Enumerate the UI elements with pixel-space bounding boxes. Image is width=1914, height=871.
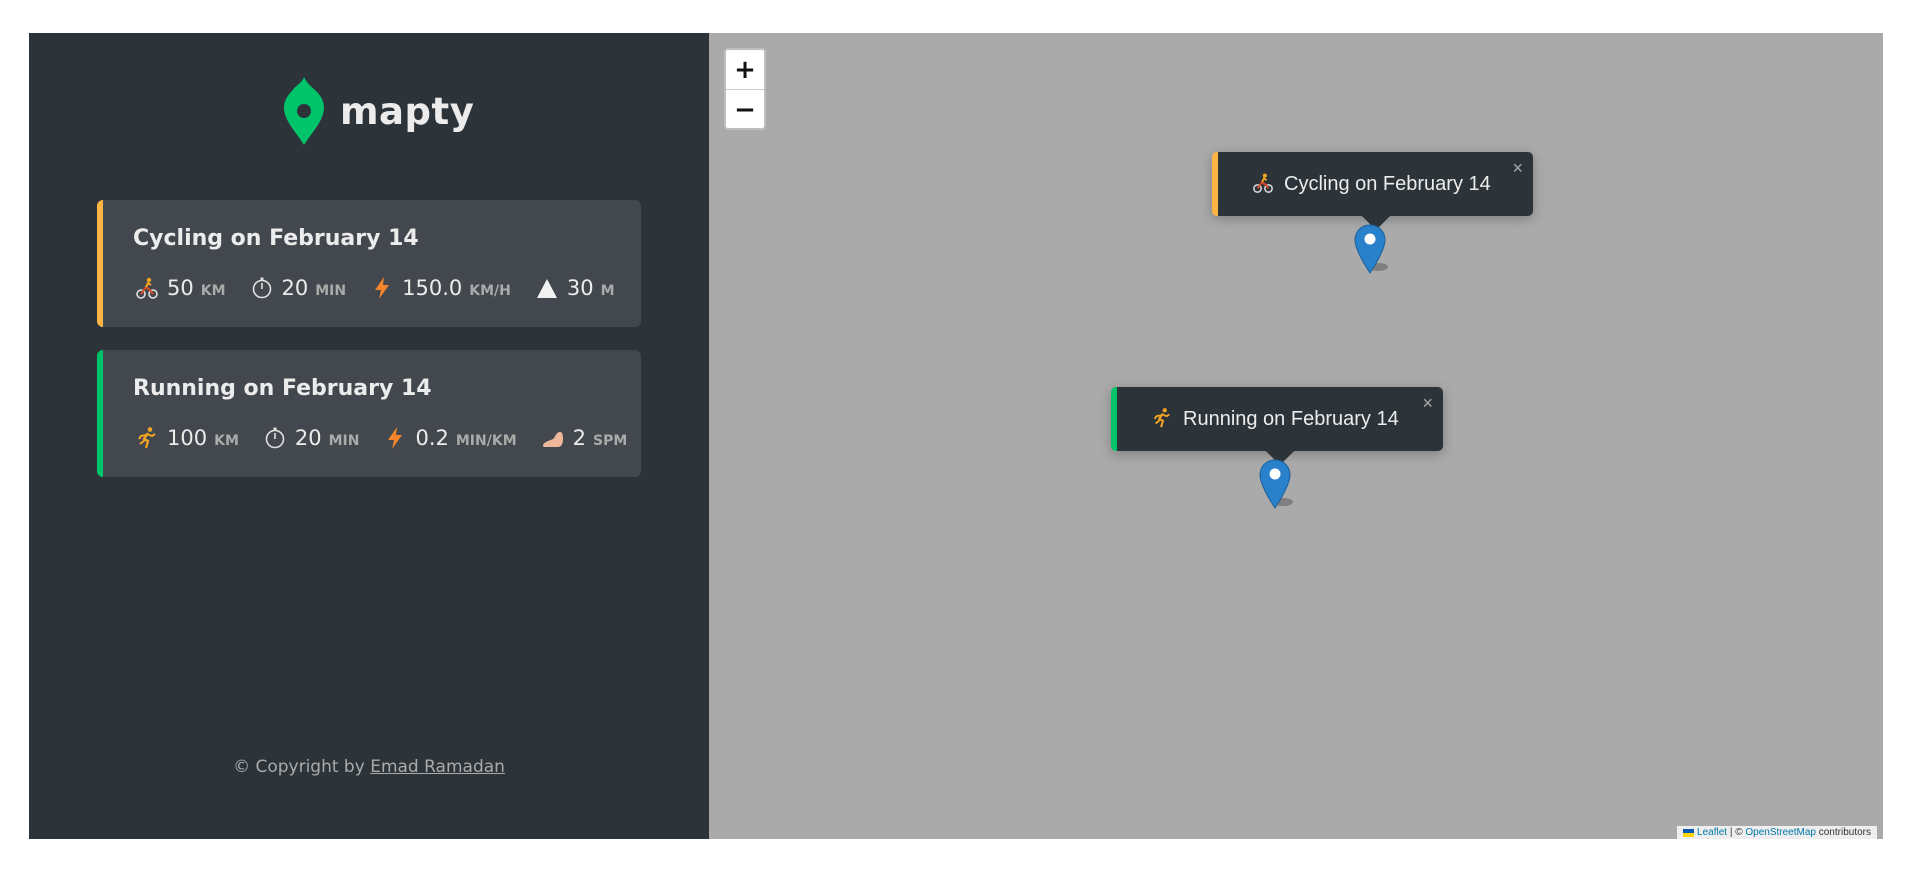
logo: mapty [282, 75, 474, 151]
map-attribution: Leaflet | © OpenStreetMap contributors [1677, 826, 1877, 839]
zoom-in-button[interactable]: + [726, 50, 764, 90]
runner-icon [1151, 407, 1175, 431]
stopwatch-icon [263, 426, 289, 450]
detail-value: 20 [281, 276, 309, 300]
cyclist-icon [135, 276, 161, 300]
detail-unit: spm [593, 433, 628, 449]
stopwatch-icon [250, 276, 276, 300]
copyright: © Copyright by Emad Ramadan [29, 757, 709, 777]
workout-details: 50 km 20 min 150.0 km/h [135, 276, 639, 300]
sidebar: mapty Cycling on February 14 50 km 20 mi… [29, 33, 709, 839]
mountain-icon [535, 276, 561, 300]
workout-distance: 50 km [135, 276, 226, 300]
workout-distance: 100 km [135, 426, 239, 450]
popup-text: Running on February 14 [1183, 407, 1399, 430]
detail-unit: km [200, 283, 226, 299]
workout-card-running[interactable]: Running on February 14 100 km 20 min [97, 350, 641, 477]
popup-cycling[interactable]: Cycling on February 14 × [1212, 152, 1533, 231]
ukraine-flag-icon [1683, 828, 1695, 837]
popup-close-button[interactable]: × [1422, 393, 1433, 414]
foot-icon [541, 426, 567, 450]
workout-details: 100 km 20 min 0.2 min/km [135, 426, 651, 450]
popup-running[interactable]: Running on February 14 × [1111, 387, 1443, 466]
map[interactable]: + − Cycling on February 14 × Running on … [709, 33, 1883, 839]
osm-link[interactable]: OpenStreetMap [1745, 827, 1816, 838]
workout-duration: 20 min [250, 276, 347, 300]
workout-pace: 0.2 min/km [383, 426, 517, 450]
attribution-separator: | © [1727, 827, 1746, 838]
detail-unit: m [600, 283, 615, 299]
detail-unit: km [214, 433, 239, 449]
detail-value: 20 [294, 426, 322, 450]
logo-text: mapty [340, 89, 475, 133]
workout-cadence: 2 spm [541, 426, 628, 450]
map-pin-logo-icon [282, 75, 326, 151]
popup-text: Cycling on February 14 [1284, 172, 1491, 195]
lightning-icon [370, 276, 396, 300]
lightning-icon [383, 426, 409, 450]
detail-unit: min [328, 433, 360, 449]
attribution-suffix: contributors [1815, 827, 1871, 838]
detail-value: 100 [167, 426, 208, 450]
map-marker-cycling[interactable] [1354, 223, 1390, 279]
map-marker-running[interactable] [1259, 458, 1295, 514]
detail-unit: km/h [469, 283, 511, 299]
leaflet-link[interactable]: Leaflet [1697, 827, 1727, 838]
zoom-control: + − [724, 48, 766, 130]
workout-card-cycling[interactable]: Cycling on February 14 50 km 20 min [97, 200, 641, 327]
cyclist-icon [1252, 172, 1276, 196]
detail-value: 2 [572, 426, 587, 450]
workout-speed: 150.0 km/h [370, 276, 511, 300]
detail-value: 150.0 [402, 276, 463, 300]
detail-value: 30 [566, 276, 594, 300]
copyright-text: © Copyright by [233, 757, 371, 777]
detail-unit: min [315, 283, 347, 299]
popup-close-button[interactable]: × [1512, 158, 1523, 179]
workout-title: Cycling on February 14 [133, 226, 419, 251]
detail-value: 0.2 [415, 426, 449, 450]
author-link[interactable]: Emad Ramadan [370, 757, 505, 777]
detail-unit: min/km [455, 433, 517, 449]
workout-elevation: 30 m [535, 276, 615, 300]
workout-duration: 20 min [263, 426, 360, 450]
zoom-out-button[interactable]: − [726, 90, 764, 128]
workout-title: Running on February 14 [133, 376, 432, 401]
runner-icon [135, 426, 161, 450]
detail-value: 50 [167, 276, 194, 300]
